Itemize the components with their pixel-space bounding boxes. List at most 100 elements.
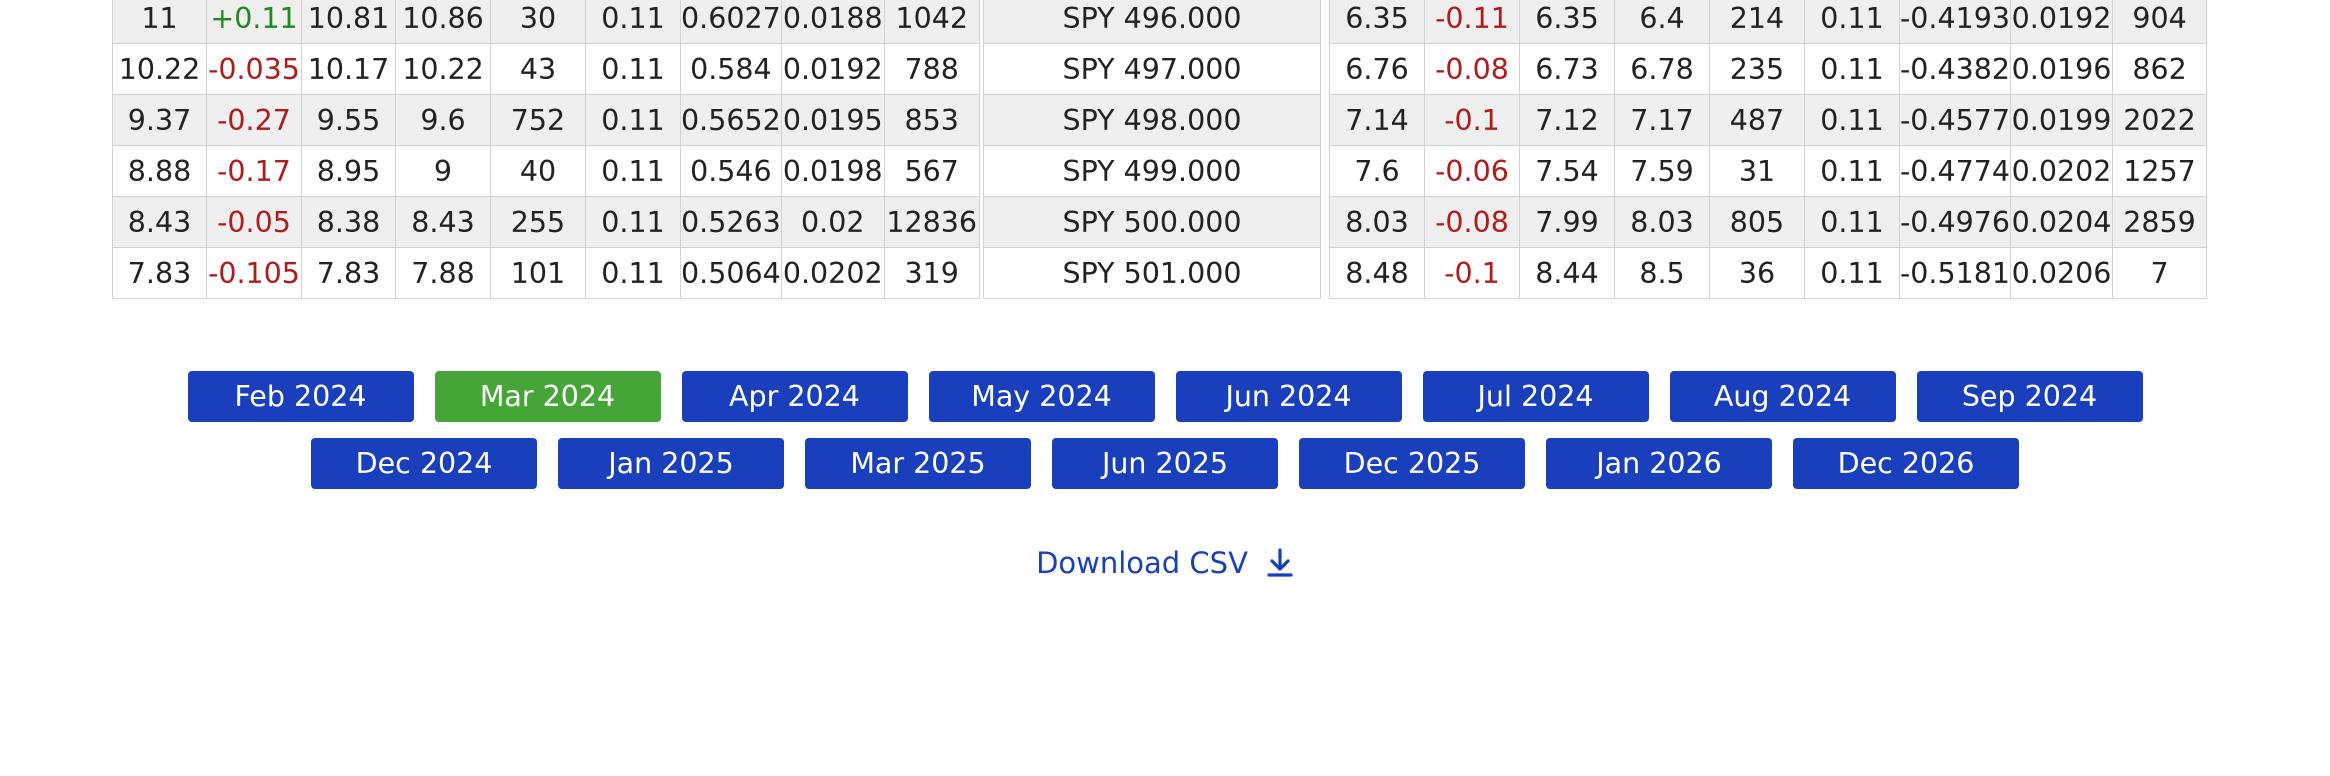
table-cell: 0.11 <box>1804 0 1900 44</box>
table-cell: 9.6 <box>395 94 491 146</box>
table-cell: -0.05 <box>206 196 302 248</box>
month-button[interactable]: Sep 2024 <box>1916 371 2143 422</box>
month-button[interactable]: Dec 2026 <box>1793 438 2019 489</box>
table-cell: 0.11 <box>585 43 681 95</box>
strike-row: SPY 501.000 <box>983 247 1321 299</box>
table-row: 10.22 -0.035 10.17 10.22 43 0.11 0.584 0.0192 78… <box>112 43 980 95</box>
table-cell: 10.81 <box>301 0 396 44</box>
table-cell: 805 <box>1709 196 1805 248</box>
table-cell: -0.1 <box>1424 247 1520 299</box>
table-cell: -0.5181 <box>1898 247 2012 299</box>
table-row: 8.43 -0.05 8.38 8.43 255 0.11 0.5263 0.02 12836 <box>112 196 980 248</box>
table-cell: 567 <box>883 145 980 197</box>
month-button[interactable]: May 2024 <box>928 371 1155 422</box>
month-button[interactable]: Mar 2025 <box>805 438 1031 489</box>
table-cell: 0.0192 <box>2010 0 2114 44</box>
table-cell: 255 <box>490 196 586 248</box>
table-cell: 31 <box>1709 145 1805 197</box>
table-cell: 319 <box>883 247 980 299</box>
table-cell: 0.0188 <box>780 0 885 44</box>
table-cell: 487 <box>1709 94 1805 146</box>
table-cell: -0.4976 <box>1898 196 2012 248</box>
strike-cell[interactable]: SPY 497.000 <box>983 43 1321 95</box>
download-icon <box>1267 548 1293 577</box>
month-button[interactable]: Mar 2024 <box>434 371 661 422</box>
table-cell: 8.03 <box>1614 196 1710 248</box>
strike-cell[interactable]: SPY 500.000 <box>983 196 1321 248</box>
strike-row: SPY 498.000 <box>983 94 1321 146</box>
table-cell: 0.0202 <box>780 247 885 299</box>
month-button[interactable]: Jun 2025 <box>1052 438 1278 489</box>
table-cell: 8.44 <box>1519 247 1615 299</box>
table-cell: 0.11 <box>585 247 681 299</box>
month-button[interactable]: Jul 2024 <box>1422 371 1649 422</box>
table-cell: 1257 <box>2112 145 2208 197</box>
table-row: 9.37 -0.27 9.55 9.6 752 0.11 0.5652 0.0195 853 <box>112 94 980 146</box>
table-cell: -0.06 <box>1424 145 1520 197</box>
strike-cell[interactable]: SPY 501.000 <box>983 247 1321 299</box>
table-row: 8.03 -0.08 7.99 8.03 805 0.11 -0.4976 0.0204 285… <box>1329 196 2208 248</box>
table-cell: 8.48 <box>1329 247 1425 299</box>
month-button[interactable]: Jan 2025 <box>558 438 784 489</box>
table-cell: 0.0195 <box>780 94 885 146</box>
table-cell: 0.546 <box>680 145 782 197</box>
month-button[interactable]: Jan 2026 <box>1546 438 1772 489</box>
table-cell: 862 <box>2112 43 2208 95</box>
table-cell: 6.73 <box>1519 43 1615 95</box>
strike-table: SPY 496.000 SPY 497.000 SPY 498.000 SPY 499… <box>983 0 1321 299</box>
table-cell: 0.0199 <box>2010 94 2114 146</box>
table-cell: 8.03 <box>1329 196 1425 248</box>
table-cell: 2022 <box>2112 94 2208 146</box>
table-row: 7.6 -0.06 7.54 7.59 31 0.11 -0.4774 0.0202 1257 <box>1329 145 2208 197</box>
table-row: 8.48 -0.1 8.44 8.5 36 0.11 -0.5181 0.0206 7 <box>1329 247 2208 299</box>
table-cell: 0.11 <box>1804 145 1900 197</box>
table-cell: 0.0204 <box>2010 196 2114 248</box>
strike-cell[interactable]: SPY 499.000 <box>983 145 1321 197</box>
expiration-months-row-2: Dec 2024 Jan 2025 Mar 2025 Jun 2025 Dec 2025… <box>0 438 2330 489</box>
table-cell: 36 <box>1709 247 1805 299</box>
table-cell: 0.11 <box>585 0 681 44</box>
table-cell: -0.27 <box>206 94 302 146</box>
table-cell: 10.86 <box>395 0 491 44</box>
table-cell: 0.0198 <box>780 145 885 197</box>
strike-cell[interactable]: SPY 498.000 <box>983 94 1321 146</box>
month-button[interactable]: Apr 2024 <box>681 371 908 422</box>
table-cell: 853 <box>883 94 980 146</box>
table-cell: 8.43 <box>112 196 207 248</box>
table-cell: 6.35 <box>1329 0 1425 44</box>
table-cell: 0.0202 <box>2010 145 2114 197</box>
month-button[interactable]: Dec 2025 <box>1299 438 1525 489</box>
table-cell: 235 <box>1709 43 1805 95</box>
table-cell: 7.88 <box>395 247 491 299</box>
strike-cell[interactable]: SPY 496.000 <box>983 0 1321 44</box>
table-cell: 0.11 <box>585 145 681 197</box>
month-button[interactable]: Aug 2024 <box>1669 371 1896 422</box>
table-cell: 7.12 <box>1519 94 1615 146</box>
table-cell: 11 <box>112 0 207 44</box>
table-cell: 8.88 <box>112 145 207 197</box>
table-cell: 101 <box>490 247 586 299</box>
table-cell: +0.11 <box>206 0 302 44</box>
table-row: 7.14 -0.1 7.12 7.17 487 0.11 -0.4577 0.0199 2022 <box>1329 94 2208 146</box>
calls-table: 11 +0.11 10.81 10.86 30 0.11 0.6027 0.0188 1042 1… <box>112 0 980 299</box>
table-cell: 7.59 <box>1614 145 1710 197</box>
table-row: 6.35 -0.11 6.35 6.4 214 0.11 -0.4193 0.0192 904 <box>1329 0 2208 44</box>
month-button[interactable]: Feb 2024 <box>187 371 414 422</box>
table-cell: 752 <box>490 94 586 146</box>
table-cell: 8.5 <box>1614 247 1710 299</box>
table-cell: 7.83 <box>301 247 396 299</box>
table-row: 6.76 -0.08 6.73 6.78 235 0.11 -0.4382 0.0196 862 <box>1329 43 2208 95</box>
table-cell: -0.1 <box>1424 94 1520 146</box>
table-cell: -0.08 <box>1424 43 1520 95</box>
table-cell: 10.22 <box>112 43 207 95</box>
month-button[interactable]: Dec 2024 <box>311 438 537 489</box>
download-csv-link[interactable]: Download CSV <box>0 546 2330 580</box>
table-cell: 12836 <box>883 196 980 248</box>
puts-table: 6.35 -0.11 6.35 6.4 214 0.11 -0.4193 0.0192 904 6… <box>1329 0 2208 299</box>
strike-row: SPY 497.000 <box>983 43 1321 95</box>
table-row: 7.83 -0.105 7.83 7.88 101 0.11 0.5064 0.0202 319 <box>112 247 980 299</box>
table-cell: 0.6027 <box>680 0 782 44</box>
strike-row: SPY 499.000 <box>983 145 1321 197</box>
table-cell: 7.17 <box>1614 94 1710 146</box>
month-button[interactable]: Jun 2024 <box>1175 371 1402 422</box>
